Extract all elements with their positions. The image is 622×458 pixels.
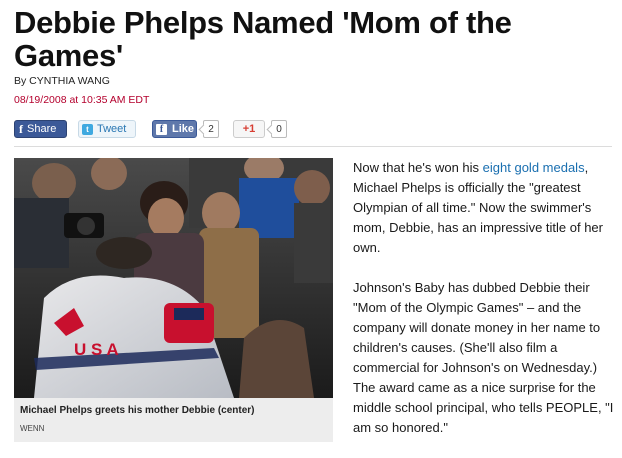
like-count-badge: 2 — [203, 120, 219, 138]
photo-illustration: U S A — [14, 158, 333, 398]
eight-gold-medals-link[interactable]: eight gold medals — [483, 160, 585, 175]
facebook-like-button[interactable]: f Like — [152, 120, 197, 138]
facebook-share-button[interactable]: f Share — [14, 120, 67, 138]
like-label: Like — [172, 123, 195, 135]
article-photo[interactable]: U S A — [14, 158, 333, 398]
paragraph-1-lead: Now that he's won his — [353, 160, 483, 175]
jacket-lettering: U S A — [74, 340, 119, 359]
google-plus-label: +1 — [242, 123, 256, 135]
twitter-bird-icon: t — [82, 123, 93, 135]
paragraph-1: Now that he's won his eight gold medals,… — [353, 158, 615, 258]
dateline: 08/19/2008 at 10:35 AM EDT — [14, 94, 150, 106]
facebook-icon: f — [19, 121, 23, 136]
google-plus-one-button[interactable]: +1 — [233, 120, 265, 138]
facebook-icon: f — [156, 123, 167, 135]
tweet-button[interactable]: t Tweet — [78, 120, 136, 138]
article-body: Now that he's won his eight gold medals,… — [353, 158, 615, 458]
article-headline: Debbie Phelps Named 'Mom of the Games' — [14, 5, 512, 73]
plus-one-count-badge: 0 — [271, 120, 287, 138]
tweet-label: Tweet — [97, 123, 127, 135]
photo-caption: Michael Phelps greets his mother Debbie … — [20, 405, 255, 416]
paragraph-2: Johnson's Baby has dubbed Debbie their "… — [353, 280, 614, 435]
photo-caption-box: Michael Phelps greets his mother Debbie … — [14, 398, 333, 442]
photo-credit: WENN — [20, 424, 45, 433]
header-divider — [14, 146, 612, 147]
share-bar: f Share t Tweet f Like 2 +1 0 — [14, 119, 287, 139]
facebook-share-label: Share — [27, 123, 57, 135]
byline: By CYNTHIA WANG — [14, 75, 110, 87]
